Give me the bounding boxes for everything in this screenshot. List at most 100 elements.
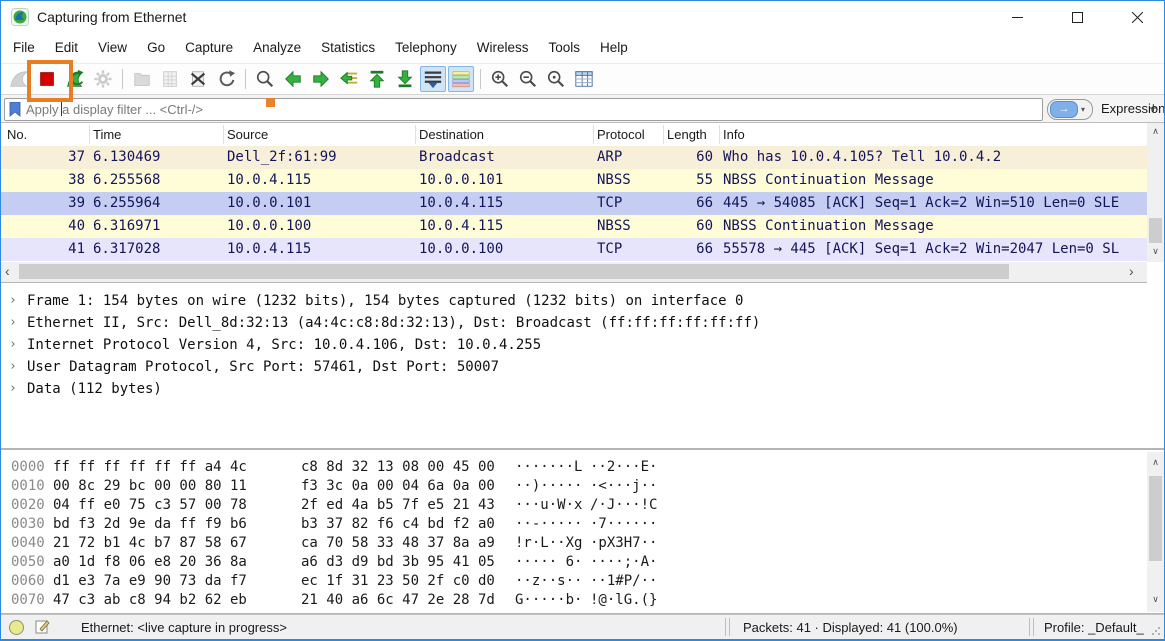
scroll-thumb[interactable]: [1149, 218, 1162, 243]
column-header-destination[interactable]: Destination: [419, 127, 484, 142]
menu-go[interactable]: Go: [137, 33, 175, 63]
close-button[interactable]: [1114, 1, 1160, 33]
minimize-button[interactable]: [994, 1, 1040, 33]
menu-view[interactable]: View: [88, 33, 137, 63]
cell-length: 66: [655, 241, 713, 257]
resize-grip[interactable]: [1151, 626, 1161, 636]
scroll-thumb[interactable]: [1149, 476, 1162, 561]
column-header-length[interactable]: Length: [667, 127, 707, 142]
packet-list-hscrollbar[interactable]: ‹ ›: [1, 262, 1147, 283]
scroll-right-icon[interactable]: ›: [1129, 264, 1134, 279]
maximize-icon: [1072, 12, 1083, 23]
go-to-top-icon: [367, 69, 387, 89]
cell-no: 39: [1, 195, 85, 211]
packet-list-header[interactable]: No. Time Source Destination Protocol Length In…: [1, 123, 1147, 147]
auto-scroll-button[interactable]: [420, 66, 446, 92]
hex-bytes: 2f ed 4a b5 7f e5 21 43: [301, 497, 495, 513]
go-forward-button[interactable]: [308, 66, 334, 92]
menu-file[interactable]: File: [3, 33, 45, 63]
resize-columns-button[interactable]: [571, 66, 597, 92]
detail-row[interactable]: ›Data (112 bytes): [1, 379, 1147, 401]
hex-offset: 0010: [11, 478, 45, 494]
colorize-button[interactable]: [448, 66, 474, 92]
column-header-protocol[interactable]: Protocol: [597, 127, 645, 142]
menu-tools[interactable]: Tools: [538, 33, 590, 63]
go-to-packet-button[interactable]: [336, 66, 362, 92]
ascii-bytes: ··)·····: [515, 478, 582, 494]
go-to-bottom-button[interactable]: [392, 66, 418, 92]
packet-row-38[interactable]: 386.25556810.0.4.11510.0.0.101NBSS55NBSS…: [1, 169, 1147, 192]
expander-chevron-icon[interactable]: ›: [9, 337, 17, 352]
expander-chevron-icon[interactable]: ›: [9, 293, 17, 308]
find-packet-icon: [255, 69, 275, 89]
column-header-no[interactable]: No.: [7, 127, 27, 142]
bookmark-icon[interactable]: [9, 102, 21, 117]
packet-list-vscrollbar[interactable]: ∧ ∨: [1147, 123, 1164, 262]
packet-row-40[interactable]: 406.31697110.0.0.10010.0.4.115NBSS60NBSS…: [1, 215, 1147, 238]
cell-destination: 10.0.0.100: [419, 241, 591, 257]
menu-statistics[interactable]: Statistics: [311, 33, 385, 63]
menu-telephony[interactable]: Telephony: [385, 33, 467, 63]
ascii-bytes: ····;·A·: [590, 554, 657, 570]
maximize-button[interactable]: [1054, 1, 1100, 33]
scroll-down-icon[interactable]: ∨: [1147, 593, 1164, 608]
zoom-reset-button[interactable]: [543, 66, 569, 92]
close-file-button[interactable]: [185, 66, 211, 92]
go-to-packet-icon: [339, 69, 359, 89]
column-header-source[interactable]: Source: [227, 127, 268, 142]
main-toolbar: [1, 63, 1164, 95]
go-to-bottom-icon: [395, 69, 415, 89]
hex-offset: 0020: [11, 497, 45, 513]
go-to-top-button[interactable]: [364, 66, 390, 92]
apply-filter-button[interactable]: → ▾: [1047, 99, 1093, 120]
menu-help[interactable]: Help: [590, 33, 638, 63]
menu-edit[interactable]: Edit: [45, 33, 88, 63]
apply-dropdown-icon[interactable]: ▾: [1081, 105, 1085, 114]
packet-row-41[interactable]: 416.31702810.0.4.11510.0.0.100TCP6655578…: [1, 238, 1147, 261]
reload-file-button[interactable]: [213, 66, 239, 92]
column-divider[interactable]: [663, 125, 664, 144]
column-header-time[interactable]: Time: [93, 127, 121, 142]
detail-row[interactable]: ›Frame 1: 154 bytes on wire (1232 bits),…: [1, 291, 1147, 313]
find-packet-button[interactable]: [252, 66, 278, 92]
display-filter-field[interactable]: [4, 98, 1043, 121]
column-header-info[interactable]: Info: [723, 127, 745, 142]
go-back-button[interactable]: [280, 66, 306, 92]
auto-scroll-icon: [423, 69, 443, 89]
profile-text[interactable]: Profile: _Default_: [1044, 620, 1144, 635]
detail-row[interactable]: ›User Datagram Protocol, Src Port: 57461…: [1, 357, 1147, 379]
expander-chevron-icon[interactable]: ›: [9, 315, 17, 330]
cell-no: 38: [1, 172, 85, 188]
column-divider[interactable]: [89, 125, 90, 144]
menu-capture[interactable]: Capture: [175, 33, 243, 63]
packet-row-39[interactable]: 396.25596410.0.0.10110.0.4.115TCP66445 →…: [1, 192, 1147, 215]
detail-row[interactable]: ›Internet Protocol Version 4, Src: 10.0.…: [1, 335, 1147, 357]
ascii-bytes: ··2···E·: [590, 459, 657, 475]
packet-row-37[interactable]: 376.130469Dell_2f:61:99BroadcastARP60Who…: [1, 146, 1147, 169]
column-divider[interactable]: [593, 125, 594, 144]
scroll-thumb[interactable]: [19, 264, 1009, 279]
ascii-bytes: ·<···j··: [590, 478, 657, 494]
zoom-out-button[interactable]: [515, 66, 541, 92]
column-divider[interactable]: [223, 125, 224, 144]
statusbar-separator: [729, 618, 730, 636]
scroll-up-icon[interactable]: ∧: [1147, 456, 1164, 471]
bytes-vscrollbar[interactable]: ∧ ∨: [1147, 452, 1164, 612]
expander-chevron-icon[interactable]: ›: [9, 359, 17, 374]
annotation-highlight-rect: [27, 60, 73, 102]
menu-analyze[interactable]: Analyze: [243, 33, 311, 63]
column-divider[interactable]: [415, 125, 416, 144]
scroll-up-icon[interactable]: ∧: [1147, 125, 1164, 140]
display-filter-input[interactable]: [26, 101, 1042, 118]
detail-row[interactable]: ›Ethernet II, Src: Dell_8d:32:13 (a4:4c:…: [1, 313, 1147, 335]
scroll-down-icon[interactable]: ∨: [1147, 245, 1164, 260]
column-divider[interactable]: [719, 125, 720, 144]
expander-chevron-icon[interactable]: ›: [9, 381, 17, 396]
zoom-in-button[interactable]: [487, 66, 513, 92]
expert-info-icon[interactable]: [9, 620, 24, 635]
capture-comment-icon[interactable]: [35, 619, 50, 634]
add-filter-button[interactable]: +: [1149, 100, 1158, 117]
cell-time: 6.316971: [93, 218, 221, 234]
menu-wireless[interactable]: Wireless: [467, 33, 539, 63]
scroll-left-icon[interactable]: ‹: [5, 264, 10, 279]
